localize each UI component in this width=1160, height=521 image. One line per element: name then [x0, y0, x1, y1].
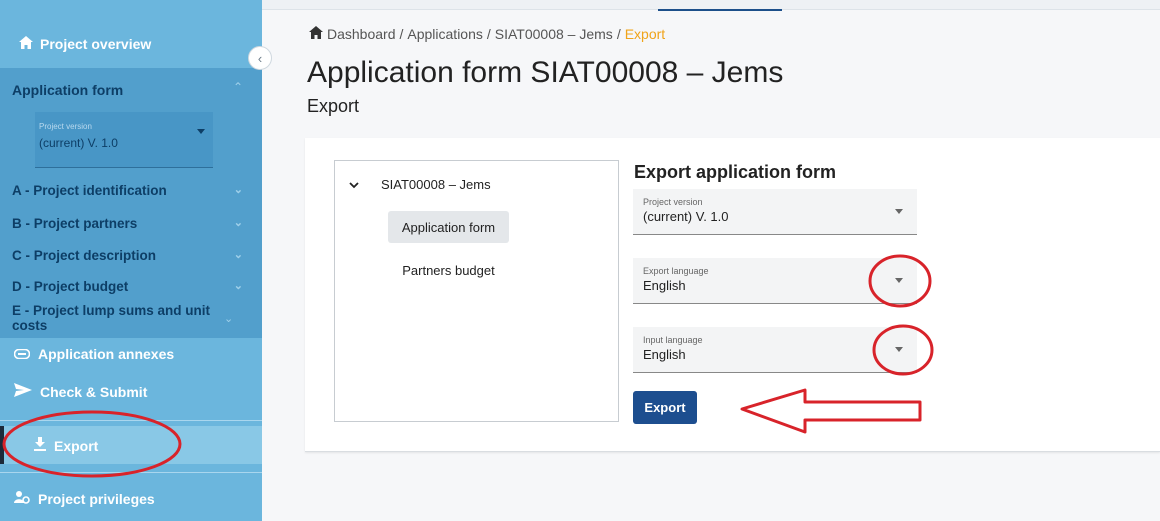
dropdown-caret-icon: [895, 209, 903, 214]
chevron-down-icon: ⌄: [233, 280, 243, 292]
project-version-select[interactable]: Project version (current) V. 1.0: [633, 189, 917, 235]
tree-item-partners-budget[interactable]: Partners budget: [388, 254, 509, 286]
page-title: Application form SIAT00008 – Jems: [307, 56, 784, 89]
collapse-sidebar-button[interactable]: ‹: [248, 46, 272, 70]
home-icon: [19, 36, 33, 52]
sidebar-item-application-annexes[interactable]: Application annexes: [13, 346, 175, 362]
breadcrumb-project[interactable]: SIAT00008 – Jems: [495, 26, 613, 42]
dropdown-caret-icon: [895, 347, 903, 352]
export-button[interactable]: Export: [633, 391, 697, 424]
chevron-left-icon: ‹: [257, 50, 263, 66]
export-form-title: Export application form: [634, 162, 837, 182]
chevron-down-icon: ⌄: [224, 313, 234, 325]
sidebar-export-link[interactable]: Export: [34, 437, 98, 454]
tree-item-label: Application form: [401, 219, 496, 235]
sidebar-item-label: Check & Submit: [40, 383, 148, 400]
paperclip-icon: [13, 346, 31, 362]
sidebar-item-project-privileges[interactable]: Project privileges: [14, 490, 155, 507]
input-language-select[interactable]: Input language English: [633, 327, 917, 373]
chevron-up-icon[interactable]: ⌃: [233, 80, 243, 94]
sidebar-item-label: E - Project lump sums and unit costs: [12, 303, 211, 333]
project-version-value: (current) V. 1.0: [39, 136, 118, 150]
divider: [0, 472, 262, 473]
export-language-select[interactable]: Export language English: [633, 258, 917, 304]
dropdown-caret-icon: [197, 129, 205, 134]
sidebar-item-project-description[interactable]: C - Project description ⌄: [12, 248, 247, 263]
field-value: (current) V. 1.0: [643, 209, 729, 224]
field-label: Input language: [643, 335, 703, 345]
sidebar-item-export[interactable]: Export: [0, 426, 262, 464]
tree-root-label: SIAT00008 – Jems: [381, 177, 491, 192]
chevron-down-icon: ⌄: [233, 184, 243, 196]
divider: [0, 420, 262, 421]
breadcrumb-separator: /: [616, 26, 621, 42]
export-tree: SIAT00008 – Jems Application form Partne…: [334, 160, 619, 422]
chevron-down-icon: ⌄: [233, 249, 243, 261]
sidebar-item-label: Application annexes: [38, 346, 175, 362]
download-icon: [34, 437, 46, 454]
dropdown-caret-icon: [895, 278, 903, 283]
breadcrumb-applications[interactable]: Applications: [407, 26, 483, 42]
chevron-down-icon[interactable]: [349, 177, 359, 192]
sidebar-item-label: D - Project budget: [12, 279, 129, 294]
sidebar-section-application-form: Application form ⌃ Project version (curr…: [0, 68, 262, 338]
breadcrumb: Dashboard / Applications / SIAT00008 – J…: [309, 26, 665, 42]
send-icon: [14, 383, 32, 400]
sidebar-item-lump-sums[interactable]: E - Project lump sums and unit costs: [12, 303, 222, 333]
tree-root[interactable]: SIAT00008 – Jems: [349, 177, 491, 192]
home-icon[interactable]: [309, 26, 323, 42]
sidebar-item-project-overview[interactable]: Project overview: [0, 24, 262, 64]
sidebar-item-label: A - Project identification: [12, 183, 167, 198]
sidebar-item-check-submit[interactable]: Check & Submit: [14, 383, 147, 400]
sidebar-item-label: Project privileges: [38, 490, 155, 507]
sidebar: Project overview Application form ⌃ Proj…: [0, 0, 262, 521]
page-subtitle: Export: [307, 96, 360, 116]
users-cog-icon: [14, 490, 30, 507]
breadcrumb-separator: /: [486, 26, 491, 42]
sidebar-item-project-budget[interactable]: D - Project budget ⌄: [12, 279, 247, 294]
chevron-down-icon: ⌄: [233, 217, 243, 229]
sidebar-item-project-identification[interactable]: A - Project identification ⌄: [12, 183, 247, 198]
breadcrumb-dashboard[interactable]: Dashboard: [327, 26, 396, 42]
sidebar-section-title[interactable]: Application form: [12, 82, 123, 98]
tree-item-label: Partners budget: [402, 262, 495, 278]
breadcrumb-current: Export: [624, 26, 666, 42]
sidebar-item-label: Export: [54, 437, 99, 454]
sidebar-item-project-partners[interactable]: B - Project partners ⌄: [12, 216, 247, 231]
breadcrumb-separator: /: [399, 26, 404, 42]
project-version-select[interactable]: Project version (current) V. 1.0: [35, 112, 213, 168]
field-value: English: [643, 347, 686, 362]
field-value: English: [643, 278, 686, 293]
field-label: Export language: [643, 266, 709, 276]
top-bar-accent: [658, 9, 782, 11]
project-version-label: Project version: [39, 122, 92, 131]
sidebar-item-label: B - Project partners: [12, 216, 138, 231]
field-label: Project version: [643, 197, 703, 207]
sidebar-item-label: Project overview: [40, 36, 152, 52]
sidebar-item-label: C - Project description: [12, 248, 157, 263]
tree-item-application-form[interactable]: Application form: [388, 211, 509, 243]
